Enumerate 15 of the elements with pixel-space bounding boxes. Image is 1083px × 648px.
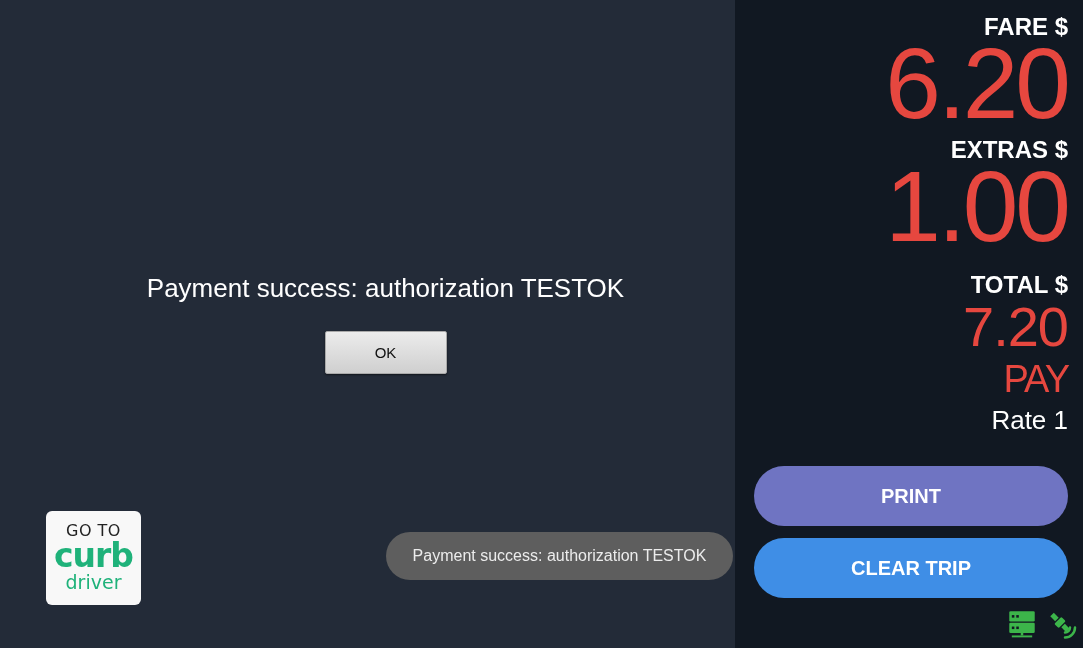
readout-label: EXTRAS $	[950, 138, 1068, 162]
satellite-icon	[1047, 610, 1078, 641]
ok-button[interactable]: OK	[324, 331, 447, 374]
dialog-message: Payment success: authorization TESTOK	[146, 275, 625, 301]
readout-label: TOTAL $	[970, 273, 1068, 297]
rate-label: Rate 1	[991, 407, 1068, 434]
logo-button[interactable]: GO TO curb driver	[46, 511, 141, 605]
meter-status: PAY	[1003, 363, 1068, 395]
readout-value: 1.00	[885, 166, 1068, 246]
server-icon	[1009, 610, 1035, 639]
toast-message: Payment success: authorization TESTOK	[386, 532, 733, 580]
readout-value: 7.20	[963, 305, 1068, 350]
readout-label: FARE $	[983, 15, 1068, 39]
readout-value: 6.20	[885, 43, 1068, 123]
action-button[interactable]: PRINT	[754, 466, 1068, 527]
